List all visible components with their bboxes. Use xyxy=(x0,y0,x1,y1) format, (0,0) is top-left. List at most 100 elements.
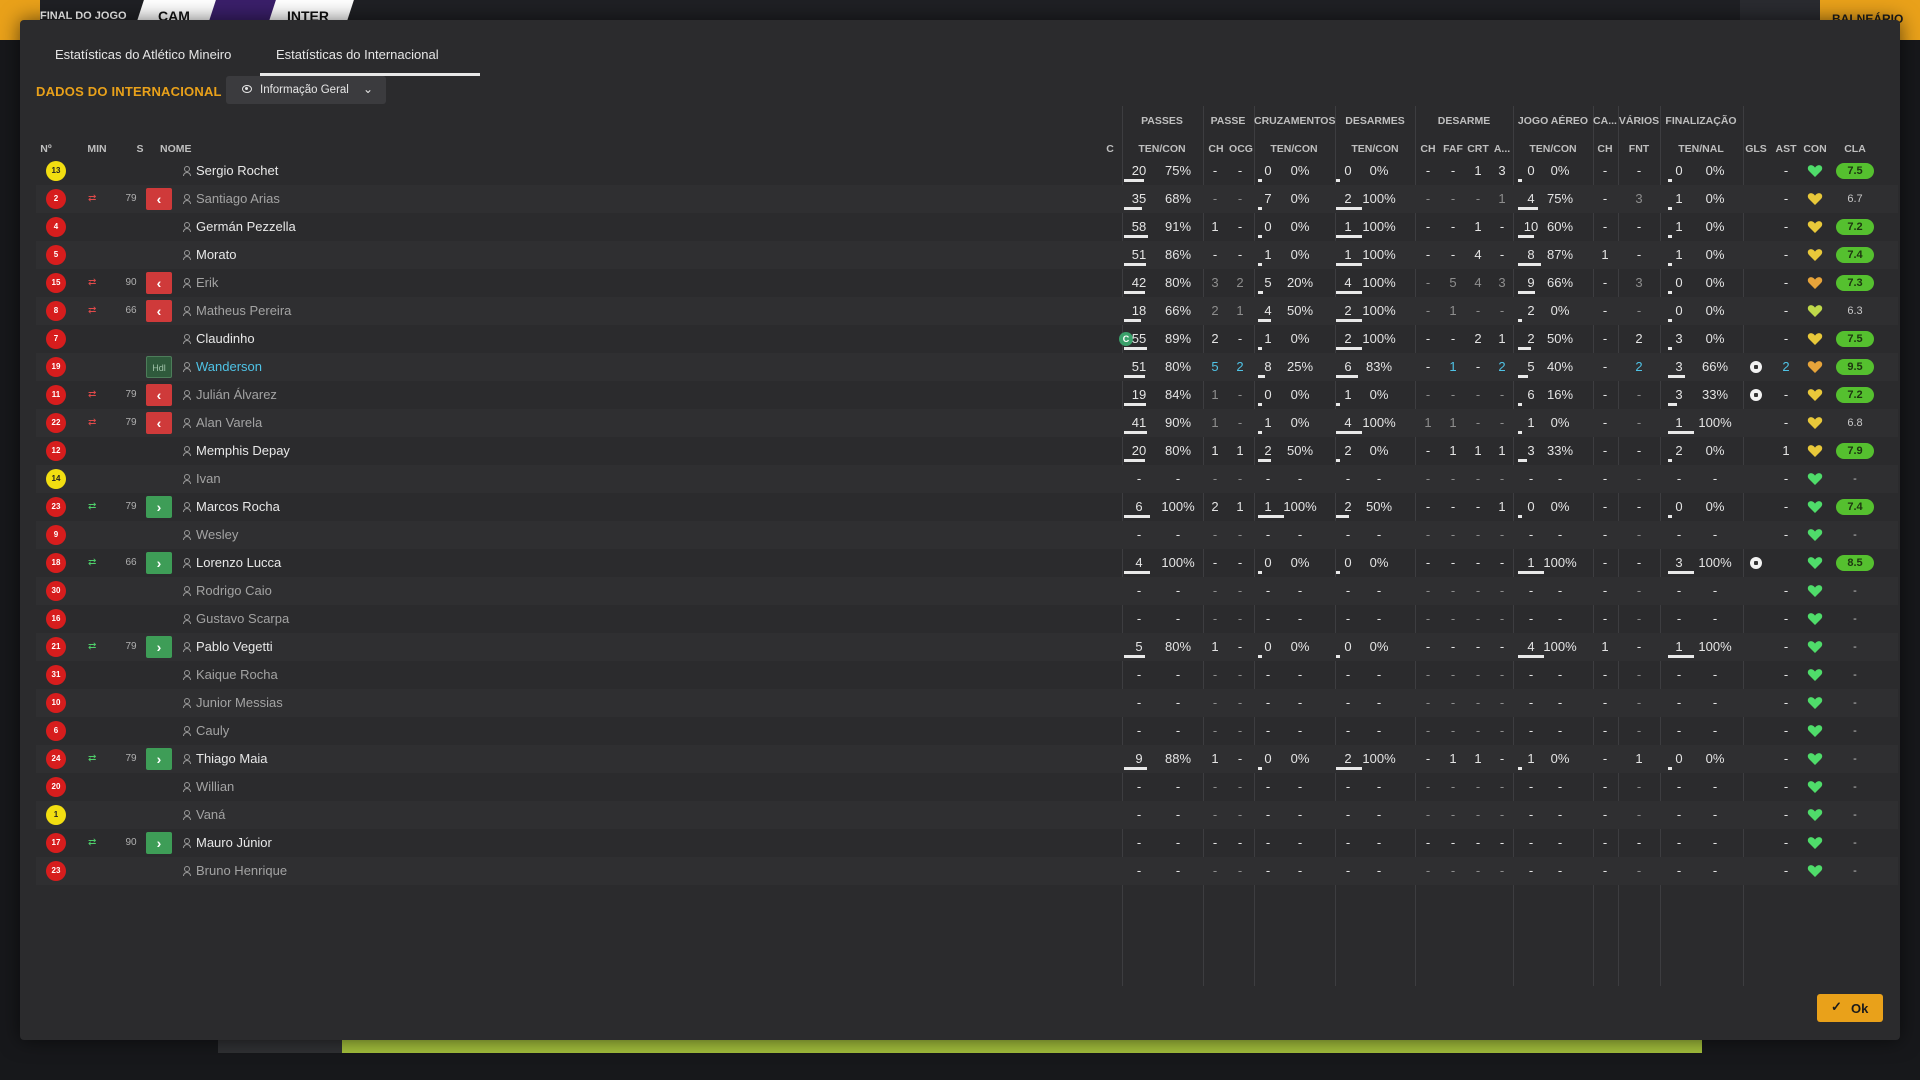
player-name[interactable]: Mauro Júnior xyxy=(196,829,272,857)
stat-p1: - xyxy=(1136,807,1142,822)
column-header-cruz[interactable]: TEN/CON xyxy=(1264,143,1324,155)
player-name[interactable]: Rodrigo Caio xyxy=(196,577,272,605)
player-profile-icon[interactable] xyxy=(183,166,191,176)
player-name[interactable]: Thiago Maia xyxy=(196,745,268,773)
column-header-fin[interactable]: TEN/NAL xyxy=(1671,143,1731,155)
column-header-aereo[interactable]: TEN/CON xyxy=(1523,143,1583,155)
stat-a2: 50% xyxy=(1546,331,1574,346)
player-name[interactable]: Junior Messias xyxy=(196,689,283,717)
tab-internacional[interactable]: Estatísticas do Internacional xyxy=(276,47,439,62)
column-header-ocg[interactable]: OCG xyxy=(1211,143,1271,155)
player-name[interactable]: Vaná xyxy=(196,801,225,829)
player-profile-icon[interactable] xyxy=(183,446,191,456)
column-header-des[interactable]: TEN/CON xyxy=(1345,143,1405,155)
player-name[interactable]: Claudinho xyxy=(196,325,255,353)
player-name[interactable]: Pablo Vegetti xyxy=(196,633,273,661)
column-header-nome[interactable]: NOME xyxy=(160,143,220,155)
table-row[interactable]: 6 Cauly - - - - - - - - - - - - - - - - - - - - xyxy=(36,717,1898,745)
player-name[interactable]: Wesley xyxy=(196,521,238,549)
player-profile-icon[interactable] xyxy=(183,782,191,792)
player-profile-icon[interactable] xyxy=(183,530,191,540)
stat-dch: - xyxy=(1425,387,1431,402)
player-profile-icon[interactable] xyxy=(183,222,191,232)
table-row[interactable]: 22 ⇄ 79 ‹ Alan Varela 41 90% 1-1 0% 4 100% 1 1- -1 0% -… xyxy=(36,409,1898,437)
player-profile-icon[interactable] xyxy=(183,726,191,736)
player-name[interactable]: Alan Varela xyxy=(196,409,262,437)
stat-d2: - xyxy=(1376,779,1382,794)
stat-pocg: - xyxy=(1237,219,1243,234)
player-name[interactable]: Julián Álvarez xyxy=(196,381,277,409)
column-header-passes[interactable]: TEN/CON xyxy=(1132,143,1192,155)
player-profile-icon[interactable] xyxy=(183,558,191,568)
player-profile-icon[interactable] xyxy=(183,810,191,820)
player-name[interactable]: Memphis Depay xyxy=(196,437,290,465)
player-name[interactable]: Lorenzo Lucca xyxy=(196,549,281,577)
player-name[interactable]: Sergio Rochet xyxy=(196,157,278,185)
table-row[interactable]: 1 Vaná - - - - - - - - - - - - - - - - - - - - xyxy=(36,801,1898,829)
player-profile-icon[interactable] xyxy=(183,698,191,708)
player-profile-icon[interactable] xyxy=(183,642,191,652)
table-row[interactable]: 23 ⇄ 79 › Marcos Rocha 6 100% 2 1 1 100% 2 50% - - -1 0 0… xyxy=(36,493,1898,521)
table-row[interactable]: 9 Wesley - - - - - - - - - - - - - - - - - - - - xyxy=(36,521,1898,549)
table-row[interactable]: 10 Junior Messias - - - - - - - - - - - - - - - - - - - - xyxy=(36,689,1898,717)
table-row[interactable]: 14 Ivan - - - - - - - - - - - - - - - - - - - - xyxy=(36,465,1898,493)
player-name[interactable]: Cauly xyxy=(196,717,229,745)
player-profile-icon[interactable] xyxy=(183,586,191,596)
player-profile-icon[interactable] xyxy=(183,866,191,876)
player-profile-icon[interactable] xyxy=(183,334,191,344)
player-profile-icon[interactable] xyxy=(183,474,191,484)
shirt-number-badge: 20 xyxy=(46,777,66,797)
column-header-fnt[interactable]: FNT xyxy=(1609,143,1669,155)
table-row[interactable]: 12 Memphis Depay 20 80% 1 1 2 50% 2 0% -1 1 1 3 33% - -2… xyxy=(36,437,1898,465)
table-row[interactable]: 5 Morato 51 86% - -1 0% 1 100% - -4-8 87% 1-1 0% -7.4 xyxy=(36,241,1898,269)
player-profile-icon[interactable] xyxy=(183,754,191,764)
player-name[interactable]: Erik xyxy=(196,269,218,297)
table-row[interactable]: 16 Gustavo Scarpa - - - - - - - - - - - - - - - - - - - - xyxy=(36,605,1898,633)
table-row[interactable]: 8 ⇄ 66 ‹ Matheus Pereira 18 66% 2 1 4 50% 2 100% -1- -… xyxy=(36,297,1898,325)
table-row[interactable]: 11 ⇄ 79 ‹ Julián Álvarez 19 84% 1-0 0% 1 0% - - - -6 16… xyxy=(36,381,1898,409)
player-name[interactable]: Marcos Rocha xyxy=(196,493,280,521)
player-profile-icon[interactable] xyxy=(183,278,191,288)
table-row[interactable]: 17 ⇄ 90 › Mauro Júnior - - - - - - - - - - - - - - - - - - - - xyxy=(36,829,1898,857)
table-row[interactable]: 19 Hdl Wanderson 51 80% 5 2 8 25% 6 83% -1-2 5 40% -2 3… xyxy=(36,353,1898,381)
table-row[interactable]: 30 Rodrigo Caio - - - - - - - - - - - - - - - - - - - - xyxy=(36,577,1898,605)
player-profile-icon[interactable] xyxy=(183,502,191,512)
column-header-cla[interactable]: CLA xyxy=(1825,143,1885,155)
player-name[interactable]: Santiago Arias xyxy=(196,185,280,213)
column-header-c[interactable]: C xyxy=(1080,143,1140,155)
player-name[interactable]: Wanderson xyxy=(196,353,262,381)
table-row[interactable]: 31 Kaique Rocha - - - - - - - - - - - - - - - - - - - - xyxy=(36,661,1898,689)
player-profile-icon[interactable] xyxy=(183,362,191,372)
topbar-icon-buttons[interactable] xyxy=(1740,0,1820,22)
table-row[interactable]: 18 ⇄ 66 › Lorenzo Lucca 4 100% - -0 0% 0 0% - - - -1 100… xyxy=(36,549,1898,577)
player-name[interactable]: Gustavo Scarpa xyxy=(196,605,289,633)
ok-button[interactable]: ✓ Ok xyxy=(1817,994,1883,1022)
success-rate-bar xyxy=(1258,263,1262,266)
table-row[interactable]: 15 ⇄ 90 ‹ Erik 42 80% 3 2 5 20% 4 100% -5 4 3 9 66% -3 0 0% -… xyxy=(36,269,1898,297)
player-profile-icon[interactable] xyxy=(183,390,191,400)
table-row[interactable]: 7 Claudinho C 55 89% 2-1 0% 2 100% - -2 1 2 50% -2 3 0% -… xyxy=(36,325,1898,353)
table-row[interactable]: 24 ⇄ 79 › Thiago Maia 9 88% 1-0 0% 2 100% -1 1-1 0% -1… xyxy=(36,745,1898,773)
tab-atletico-mineiro[interactable]: Estatísticas do Atlético Mineiro xyxy=(55,47,231,62)
player-profile-icon[interactable] xyxy=(183,670,191,680)
table-row[interactable]: 20 Willian - - - - - - - - - - - - - - - - - - - - xyxy=(36,773,1898,801)
player-name[interactable]: Germán Pezzella xyxy=(196,213,296,241)
player-name[interactable]: Morato xyxy=(196,241,236,269)
table-row[interactable]: 4 Germán Pezzella 58 91% 1-0 0% 1 100% - -1-10 60%… xyxy=(36,213,1898,241)
player-name[interactable]: Bruno Henrique xyxy=(196,857,287,885)
player-profile-icon[interactable] xyxy=(183,838,191,848)
player-name[interactable]: Willian xyxy=(196,773,234,801)
player-profile-icon[interactable] xyxy=(183,250,191,260)
player-name[interactable]: Ivan xyxy=(196,465,221,493)
table-row[interactable]: 2 ⇄ 79 ‹ Santiago Arias 35 68% - -7 0% 2 100% - - -1 4 7… xyxy=(36,185,1898,213)
player-name[interactable]: Kaique Rocha xyxy=(196,661,278,689)
table-row[interactable]: 13 Sergio Rochet 20 75% - -0 0% 0 0% - -1 3 0 0% - -0 0%… xyxy=(36,157,1898,185)
view-dropdown[interactable]: Informação Geral ⌄ xyxy=(226,76,386,104)
player-name[interactable]: Matheus Pereira xyxy=(196,297,291,325)
player-profile-icon[interactable] xyxy=(183,614,191,624)
table-row[interactable]: 23 Bruno Henrique - - - - - - - - - - - - - - - - - - - - xyxy=(36,857,1898,885)
player-profile-icon[interactable] xyxy=(183,194,191,204)
player-profile-icon[interactable] xyxy=(183,418,191,428)
table-row[interactable]: 21 ⇄ 79 › Pablo Vegetti 5 80% 1-0 0% 0 0% - - - -4 100%… xyxy=(36,633,1898,661)
player-profile-icon[interactable] xyxy=(183,306,191,316)
